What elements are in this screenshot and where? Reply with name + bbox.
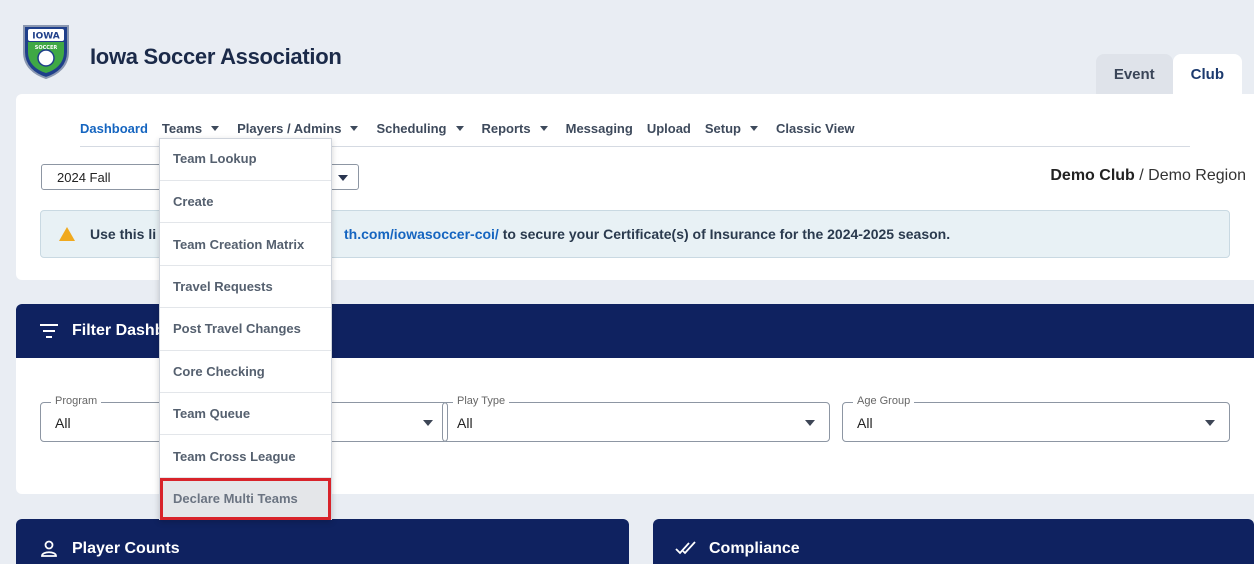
alert-text-start: Use this li xyxy=(90,226,157,242)
tab-event[interactable]: Event xyxy=(1095,54,1173,94)
alert-text-end: to secure your Certificate(s) of Insuran… xyxy=(498,226,951,242)
logo-subtext: SOCCER xyxy=(35,45,58,51)
chevron-down-icon xyxy=(805,420,815,426)
play-type-label: Play Type xyxy=(453,395,510,407)
iowa-soccer-logo-icon[interactable]: IOWA SOCCER xyxy=(20,22,72,80)
menu-item-post-travel-changes[interactable]: Post Travel Changes xyxy=(160,308,331,351)
menu-item-create[interactable]: Create xyxy=(160,181,331,224)
menu-item-team-creation-matrix[interactable]: Team Creation Matrix xyxy=(160,223,331,266)
nav-classic-view[interactable]: Classic View xyxy=(776,121,855,136)
compliance-title: Compliance xyxy=(709,540,800,557)
nav-reports[interactable]: Reports xyxy=(482,121,552,136)
chevron-down-icon xyxy=(423,420,433,426)
compliance-panel-header: Compliance xyxy=(653,519,1254,564)
menu-item-team-lookup[interactable]: Team Lookup xyxy=(160,139,331,181)
menu-item-team-cross-league[interactable]: Team Cross League xyxy=(160,435,331,478)
alert-link-wrapper: th.com/iowasoccer-coi/ to secure your Ce… xyxy=(344,226,950,242)
warning-icon xyxy=(59,227,75,241)
context-tabs: Event Club xyxy=(1095,54,1242,94)
chevron-down-icon xyxy=(539,126,548,131)
app-header: IOWA SOCCER Iowa Soccer Association Even… xyxy=(0,0,1254,94)
menu-item-core-checking[interactable]: Core Checking xyxy=(160,351,331,393)
tab-club[interactable]: Club xyxy=(1172,54,1242,94)
club-name: Demo Club xyxy=(1050,167,1135,184)
teams-dropdown-menu: Team Lookup Create Team Creation Matrix … xyxy=(159,138,332,521)
menu-item-team-queue[interactable]: Team Queue xyxy=(160,393,331,436)
play-type-value: All xyxy=(457,415,473,431)
age-group-select[interactable]: Age Group All xyxy=(842,395,1230,442)
nav-upload[interactable]: Upload xyxy=(647,121,691,136)
chevron-down-icon xyxy=(750,126,758,131)
insurance-link[interactable]: th.com/iowasoccer-coi/ xyxy=(344,226,499,242)
region-name: Demo Region xyxy=(1148,167,1246,184)
double-check-icon xyxy=(675,541,696,555)
chevron-down-icon xyxy=(350,126,359,131)
program-label: Program xyxy=(51,395,102,407)
menu-item-declare-multi-teams[interactable]: Declare Multi Teams xyxy=(160,477,331,521)
menu-item-travel-requests[interactable]: Travel Requests xyxy=(160,266,331,309)
nav-players-admins[interactable]: Players / Admins xyxy=(237,121,362,136)
nav-scheduling[interactable]: Scheduling xyxy=(376,121,467,136)
nav-teams[interactable]: Teams xyxy=(162,121,223,136)
club-region-breadcrumb: Demo Club / Demo Region xyxy=(1050,167,1246,185)
chevron-down-icon xyxy=(211,126,220,131)
person-icon xyxy=(41,540,57,557)
filter-icon xyxy=(40,324,58,338)
filter-title: Filter Dashb xyxy=(72,322,165,339)
chevron-down-icon xyxy=(455,126,464,131)
season-select-value: 2024 Fall xyxy=(57,169,111,185)
age-group-value: All xyxy=(857,415,873,431)
program-value: All xyxy=(55,415,71,431)
chevron-down-icon xyxy=(338,175,348,181)
age-group-label: Age Group xyxy=(853,395,915,407)
play-type-select[interactable]: Play Type All xyxy=(442,395,830,442)
logo-text: IOWA xyxy=(32,32,60,42)
nav-messaging[interactable]: Messaging xyxy=(566,121,633,136)
breadcrumb-separator: / xyxy=(1134,167,1149,184)
nav-setup[interactable]: Setup xyxy=(705,121,762,136)
nav-dashboard[interactable]: Dashboard xyxy=(80,121,148,136)
org-title: Iowa Soccer Association xyxy=(90,44,342,69)
player-counts-panel-header: Player Counts xyxy=(16,519,629,564)
player-counts-title: Player Counts xyxy=(72,540,180,557)
chevron-down-icon xyxy=(1205,420,1215,426)
